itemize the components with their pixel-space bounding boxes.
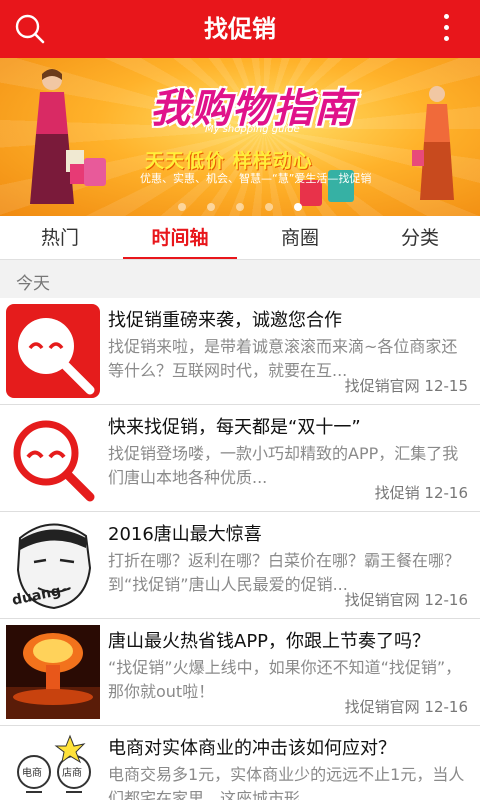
list-item[interactable]: 快来找促销，每天都是“双十一” 找促销登场喽，一款小巧却精致的APP，汇集了我们… xyxy=(0,405,480,512)
item-title: 唐山最火热省钱APP，你跟上节奏了吗？ xyxy=(108,631,431,652)
item-meta: 找促销官网 12-15 xyxy=(344,377,468,395)
item-title: 电商对实体商业的冲击该如何应对？ xyxy=(108,738,396,759)
list-item[interactable]: 电商 店商 电商对实体商业的冲击该如何应对？ 电商交易多1元，实体商业少的远远不… xyxy=(0,726,480,800)
list-item[interactable]: duang~ 2016唐山最大惊喜 打折在哪？返利在哪？白菜价在哪？霸王餐在哪？… xyxy=(0,512,480,619)
tab-business-district[interactable]: 商圈 xyxy=(240,216,360,259)
gift-bag-graphic xyxy=(84,158,106,186)
shopper-woman-image-2 xyxy=(412,86,454,200)
item-meta: 找促销官网 12-16 xyxy=(344,698,468,716)
banner-tagline: 优惠、实惠、机会、智慧—“慧”爱生活—找促销 xyxy=(140,172,372,185)
list-item[interactable]: 唐山最火热省钱APP，你跟上节奏了吗？ “找促销”火爆上线中，如果你还不知道“找… xyxy=(0,619,480,726)
page-title: 找促销 xyxy=(204,15,276,43)
item-title: 2016唐山最大惊喜 xyxy=(108,524,262,545)
item-title: 找促销重磅来袭，诚邀您合作 xyxy=(108,310,342,331)
app-logo-outline-image xyxy=(6,411,100,505)
meme-face-image: duang~ xyxy=(6,518,100,612)
item-title: 快来找促销，每天都是“双十一” xyxy=(108,417,361,438)
section-header-today: 今天 xyxy=(0,260,480,298)
promo-banner[interactable]: 我购物指南 My shopping guide 天天低价 样样动心 优惠、实惠、… xyxy=(0,58,480,216)
cartoon-label: 电商 xyxy=(22,766,42,779)
more-vertical-icon[interactable] xyxy=(442,14,450,44)
article-list: 找促销重磅来袭，诚邀您合作 找促销来啦，是带着诚意滚滚而来滴~各位商家还等什么？… xyxy=(0,298,480,800)
carousel-dot[interactable] xyxy=(177,203,186,211)
banner-slogan: 天天低价 样样动心 xyxy=(145,150,313,172)
carousel-dots xyxy=(0,196,480,211)
app-header: 找促销 xyxy=(0,0,480,58)
tab-hot[interactable]: 热门 xyxy=(0,216,120,259)
tab-category[interactable]: 分类 xyxy=(360,216,480,259)
item-meta: 找促销官网 12-16 xyxy=(344,591,468,609)
carousel-dot[interactable] xyxy=(206,203,215,211)
list-item[interactable]: 找促销重磅来袭，诚邀您合作 找促销来啦，是带着诚意滚滚而来滴~各位商家还等什么？… xyxy=(0,298,480,405)
shopper-woman-image xyxy=(30,69,86,204)
cartoon-label: 店商 xyxy=(62,766,82,779)
cartoon-sketch-image: 电商 店商 xyxy=(6,732,100,800)
banner-subtitle: My shopping guide xyxy=(205,124,300,135)
tab-bar: 热门 时间轴 商圈 分类 xyxy=(0,216,480,260)
app-logo-image xyxy=(6,304,100,398)
explosion-image xyxy=(6,625,100,719)
carousel-dot[interactable] xyxy=(236,203,244,211)
tab-timeline[interactable]: 时间轴 xyxy=(120,216,240,259)
item-description: 电商交易多1元，实体商业少的远远不止1元，当人们都宅在家里，这座城市形... xyxy=(108,765,465,800)
section-label: 今天 xyxy=(16,274,50,294)
item-meta: 找促销 12-16 xyxy=(374,484,468,502)
